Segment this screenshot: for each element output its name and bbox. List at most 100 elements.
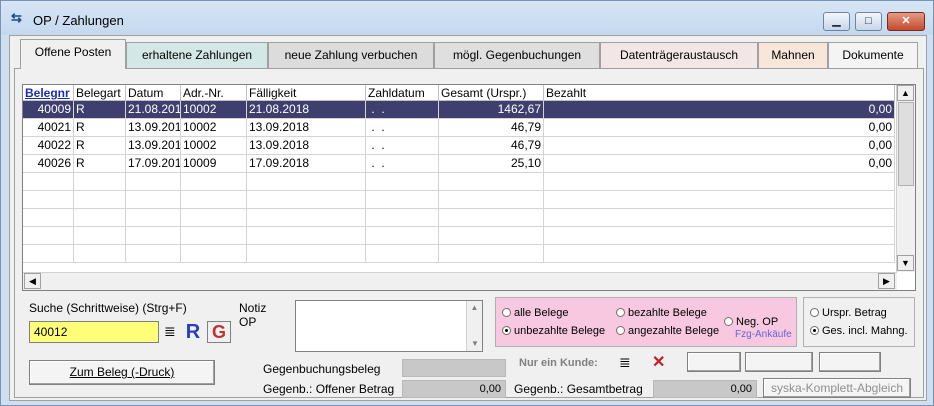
notiz-textarea[interactable]: ▲ ▼	[295, 300, 483, 352]
col-gesamt[interactable]: Gesamt (Urspr.)	[439, 85, 544, 101]
cell-zahldatum: . .	[366, 137, 439, 155]
cell-gesamt: 46,79	[439, 137, 544, 155]
cell-belegart: R	[74, 137, 126, 155]
scroll-thumb[interactable]	[898, 102, 914, 186]
cell-adrnr: 10002	[181, 101, 247, 119]
scroll-up-icon[interactable]: ▲	[467, 301, 482, 315]
radio-urspr-betrag[interactable]: Urspr. Betrag	[810, 307, 887, 319]
op-label: OP	[239, 315, 257, 329]
cell-datum: 21.08.201	[126, 101, 181, 119]
radio-angezahlte-label: angezahlte Belege	[628, 325, 720, 337]
cell-adrnr: 10002	[181, 119, 247, 137]
op-table[interactable]: Belegnr Belegart Datum Adr.-Nr. Fälligke…	[22, 84, 916, 291]
scroll-right-icon[interactable]: ▶	[878, 273, 895, 289]
tab-erhaltene-zahlungen[interactable]: erhaltene Zahlungen	[126, 42, 268, 68]
radio-unbezahlte-label: unbezahlte Belege	[514, 325, 606, 337]
col-faelligkeit[interactable]: Fälligkeit	[247, 85, 366, 101]
cell-datum: 17.09.201	[126, 155, 181, 173]
r-button[interactable]: R	[183, 321, 203, 343]
radio-neg-op[interactable]: Neg. OP	[724, 316, 778, 328]
radio-angezahlte[interactable]: angezahlte Belege	[616, 325, 719, 337]
col-bezahlt[interactable]: Bezahlt	[544, 85, 895, 101]
scroll-up-icon[interactable]: ▲	[897, 85, 914, 101]
nur-ein-kunde-label: Nur ein Kunde:	[519, 357, 598, 369]
radio-bezahlte-label: bezahlte Belege	[628, 307, 707, 319]
radio-off-icon	[810, 308, 819, 317]
cell-datum: 13.09.201	[126, 119, 181, 137]
table-row[interactable]: 40026 R 17.09.201 10009 17.09.2018 . . 2…	[23, 155, 895, 173]
tab-gegenbuchungen[interactable]: mögl. Gegenbuchungen	[434, 42, 600, 68]
tab-datentraeger[interactable]: Datenträgeraustausch	[600, 42, 758, 68]
radio-ges-label: Ges. incl. Mahng.	[822, 325, 908, 337]
notiz-scrollbar[interactable]: ▲ ▼	[466, 301, 482, 351]
empty-row	[23, 209, 895, 227]
radio-unbezahlte[interactable]: unbezahlte Belege	[502, 325, 605, 337]
empty-row	[23, 227, 895, 245]
syska-abgleich-button[interactable]: syska-Komplett-Abgleich	[763, 378, 911, 398]
minimize-button[interactable]: ▁	[823, 12, 850, 31]
blank-button-2[interactable]	[745, 352, 813, 372]
col-belegnr[interactable]: Belegnr	[23, 85, 74, 101]
fzg-label: Fzg-Ankäufe	[735, 329, 792, 340]
table-row[interactable]: 40009 R 21.08.201 10002 21.08.2018 . . 1…	[23, 101, 895, 119]
gegenbuchungsbeleg-field	[402, 359, 506, 377]
cell-gesamt: 1462,67	[439, 101, 544, 119]
search-input[interactable]: 40012	[29, 321, 159, 343]
cell-bezahlt: 0,00	[544, 155, 895, 173]
dialog-body: Offene Posten erhaltene Zahlungen neue Z…	[9, 35, 927, 401]
table-row[interactable]: 40021 R 13.09.201 10002 13.09.2018 . . 4…	[23, 119, 895, 137]
g-button[interactable]: G	[207, 321, 231, 343]
cell-zahldatum: . .	[366, 155, 439, 173]
maximize-button[interactable]: □	[855, 12, 882, 31]
cell-belegnr: 40009	[23, 101, 74, 119]
cell-datum: 13.09.201	[126, 137, 181, 155]
tab-offene-posten[interactable]: Offene Posten	[20, 39, 126, 69]
scroll-down-icon[interactable]: ▼	[897, 255, 914, 271]
offener-betrag-field: 0,00	[402, 380, 506, 398]
gesamtbetrag-field: 0,00	[653, 380, 757, 398]
tab-panel: Belegnr Belegart Datum Adr.-Nr. Fälligke…	[14, 68, 924, 398]
title-bar: ⇆ OP / Zahlungen ▁ □ ✕	[1, 1, 933, 35]
radio-alle-label: alle Belege	[514, 307, 569, 319]
blank-button-3[interactable]	[819, 352, 881, 372]
tab-neue-zahlung[interactable]: neue Zahlung verbuchen	[268, 42, 434, 68]
cell-faelligkeit: 21.08.2018	[247, 101, 366, 119]
radio-alle[interactable]: alle Belege	[502, 307, 568, 319]
cell-bezahlt: 0,00	[544, 137, 895, 155]
radio-neg-op-label: Neg. OP	[736, 316, 779, 328]
cell-gesamt: 25,10	[439, 155, 544, 173]
col-belegart[interactable]: Belegart	[74, 85, 126, 101]
col-adrnr[interactable]: Adr.-Nr.	[181, 85, 247, 101]
radio-on-icon	[810, 326, 819, 335]
tab-dokumente[interactable]: Dokumente	[828, 42, 918, 68]
empty-row	[23, 245, 895, 263]
radio-ges-mahng[interactable]: Ges. incl. Mahng.	[810, 325, 908, 337]
cell-bezahlt: 0,00	[544, 101, 895, 119]
blank-button-1[interactable]	[687, 352, 741, 372]
scroll-down-icon[interactable]: ▼	[467, 337, 483, 351]
radio-on-icon	[502, 326, 511, 335]
radio-off-icon	[502, 308, 511, 317]
tab-mahnen[interactable]: Mahnen	[758, 42, 828, 68]
vertical-scrollbar[interactable]: ▲ ▼	[896, 85, 915, 272]
radio-bezahlte[interactable]: bezahlte Belege	[616, 307, 707, 319]
radio-urspr-label: Urspr. Betrag	[822, 307, 887, 319]
list-icon[interactable]: ≣	[619, 354, 631, 371]
cell-bezahlt: 0,00	[544, 119, 895, 137]
close-button[interactable]: ✕	[887, 12, 925, 31]
cell-belegart: R	[74, 101, 126, 119]
col-zahldatum[interactable]: Zahldatum	[366, 85, 439, 101]
zum-beleg-button[interactable]: Zum Beleg (-Druck)	[29, 360, 215, 385]
horizontal-scrollbar[interactable]: ◀ ▶	[23, 272, 897, 290]
table-row[interactable]: 40022 R 13.09.201 10002 13.09.2018 . . 4…	[23, 137, 895, 155]
cell-belegart: R	[74, 119, 126, 137]
scroll-left-icon[interactable]: ◀	[24, 273, 41, 289]
betrag-group: Urspr. Betrag Ges. incl. Mahng.	[803, 297, 915, 347]
list-icon[interactable]: ≣	[164, 324, 176, 338]
delete-icon[interactable]: ✕	[652, 352, 665, 372]
cell-faelligkeit: 13.09.2018	[247, 137, 366, 155]
cell-belegnr: 40022	[23, 137, 74, 155]
col-datum[interactable]: Datum	[126, 85, 181, 101]
radio-off-icon	[724, 317, 733, 326]
cell-adrnr: 10009	[181, 155, 247, 173]
